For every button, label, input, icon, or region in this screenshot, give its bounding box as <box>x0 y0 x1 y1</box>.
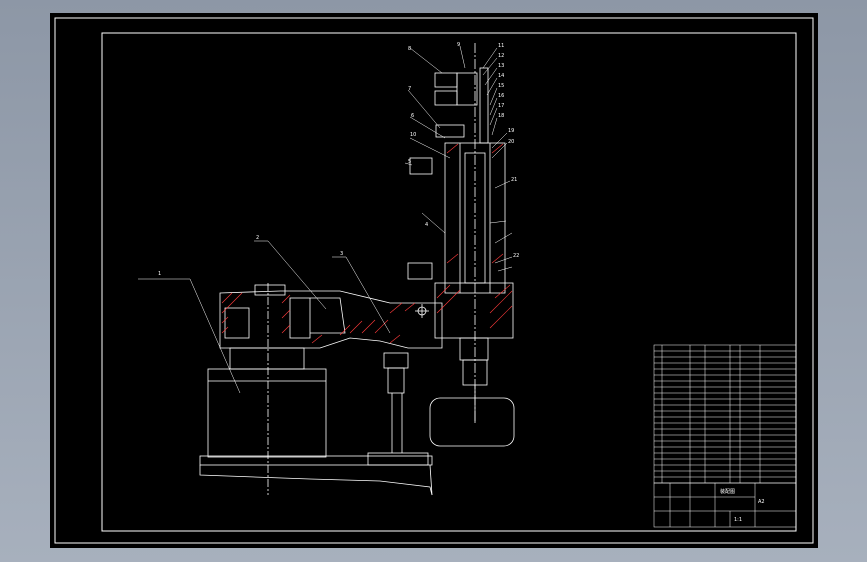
gripper-body <box>387 367 405 394</box>
column-hatching <box>436 143 513 329</box>
drawing-sheet-ref: A2 <box>758 499 765 505</box>
part-label: 21 <box>511 177 517 183</box>
part-label: 13 <box>498 63 504 69</box>
leader-lines <box>138 45 513 394</box>
part-label: 1 <box>158 271 161 277</box>
gripper-cup <box>429 397 515 447</box>
parts-list-table <box>653 344 797 484</box>
base-foot-outline <box>199 465 433 496</box>
part-label: 9 <box>457 42 460 48</box>
part-label: 20 <box>508 139 514 145</box>
drawing-title: 装配图 <box>720 488 735 495</box>
column-base-flange <box>434 282 514 339</box>
outer-frame <box>54 17 814 544</box>
part-label: 12 <box>498 53 504 59</box>
part-label: 4 <box>425 222 428 228</box>
part-label: 16 <box>498 93 504 99</box>
assembly-drawing: 1 2 3 4 5 6 7 8 9 10 11 12 13 14 15 16 1… <box>54 17 814 544</box>
part-label: 8 <box>408 46 411 52</box>
drawing-sheet: 1 2 3 4 5 6 7 8 9 10 11 12 13 14 15 16 1… <box>50 13 818 548</box>
motor-housing <box>207 368 327 458</box>
base-assembly <box>199 283 433 496</box>
part-label: 15 <box>498 83 504 89</box>
arm-outline <box>219 290 443 349</box>
part-label: 7 <box>408 86 411 92</box>
drawing-scale: 1:1 <box>734 517 742 523</box>
part-label: 22 <box>513 253 519 259</box>
part-label: 17 <box>498 103 504 109</box>
part-label: 5 <box>408 159 411 165</box>
part-label: 14 <box>498 73 504 79</box>
part-label: 2 <box>256 235 259 241</box>
part-label: 3 <box>340 251 343 257</box>
arm-housing <box>219 284 443 349</box>
part-label: 6 <box>411 113 414 119</box>
part-label: 11 <box>498 43 504 49</box>
part-label: 10 <box>410 132 416 138</box>
part-label: 18 <box>498 113 504 119</box>
part-label: 19 <box>508 128 514 134</box>
